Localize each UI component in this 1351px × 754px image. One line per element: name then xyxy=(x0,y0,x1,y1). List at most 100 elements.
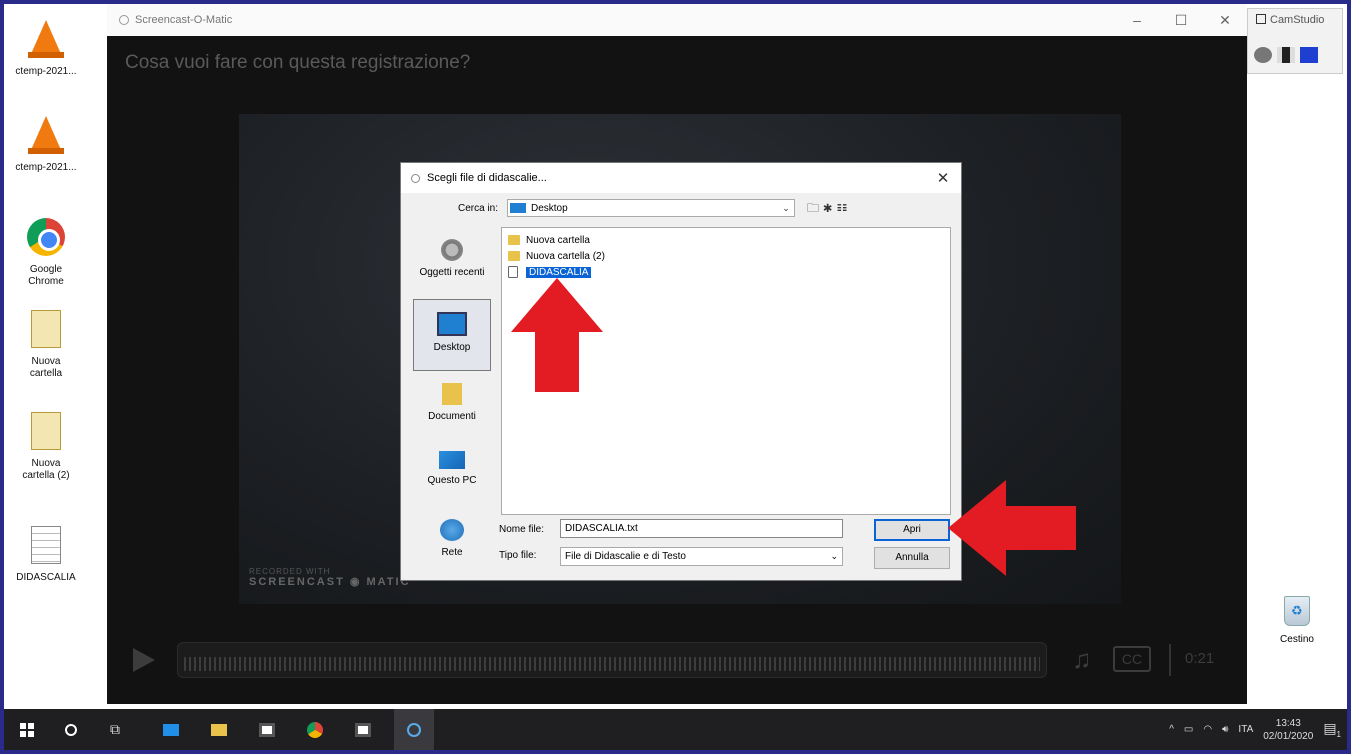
view-menu-icon[interactable]: ☷ xyxy=(836,201,851,215)
folder-icon xyxy=(26,310,66,350)
volume-icon[interactable]: 🔊︎ xyxy=(1222,724,1228,735)
dialog-close-button[interactable]: ✕ xyxy=(925,169,961,187)
recycle-bin[interactable]: Cestino xyxy=(1272,596,1322,645)
place-documents[interactable]: Documenti xyxy=(413,371,491,443)
places-bar: Oggetti recenti Desktop Documenti Questo… xyxy=(411,227,493,567)
watermark: RECORDED WITH SCREENCAST ◉ MATIC xyxy=(249,566,411,588)
camstudio-panel: CamStudio xyxy=(1247,8,1343,74)
filename-field[interactable]: DIDASCALIA.txt xyxy=(560,519,843,538)
desktop: ctemp-2021... ctemp-2021... Google Chrom… xyxy=(4,4,1347,750)
look-in-dropdown[interactable]: Desktop ⌄ xyxy=(507,199,795,217)
desktop-icon-label: ctemp-2021... xyxy=(15,162,77,173)
battery-icon[interactable]: ▭ xyxy=(1184,724,1193,735)
filetype-value: File di Didascalie e di Testo xyxy=(565,551,686,562)
captions-button[interactable]: CC xyxy=(1113,646,1151,672)
close-button[interactable]: ✕ xyxy=(1203,12,1247,29)
play-icon[interactable] xyxy=(133,648,155,672)
clock-time: 13:43 xyxy=(1275,717,1301,729)
start-button[interactable] xyxy=(10,709,44,750)
language-indicator[interactable]: ITA xyxy=(1238,724,1253,735)
taskbar-app-explorer[interactable] xyxy=(202,709,236,750)
window-title: Screencast-O-Matic xyxy=(135,14,233,26)
app-icon xyxy=(163,723,179,736)
dialog-toolbar: 🗀✱☷ xyxy=(807,199,852,220)
recycle-bin-label: Cestino xyxy=(1280,634,1314,645)
music-note-icon[interactable]: ♫ xyxy=(1072,644,1092,675)
taskbar-app-screencast[interactable] xyxy=(394,709,434,750)
text-file-icon xyxy=(26,526,66,566)
recycle-bin-icon xyxy=(1284,596,1310,626)
chevron-down-icon: ⌄ xyxy=(830,551,838,561)
chevron-up-icon[interactable]: ^ xyxy=(1169,724,1174,735)
record-button[interactable] xyxy=(1254,47,1272,63)
place-label: Desktop xyxy=(433,342,471,353)
notification-center-icon[interactable]: ▤1 xyxy=(1323,720,1341,739)
system-tray: ^ ▭ ◠ 🔊︎ ITA 13:43 02/01/2020 ▤1 xyxy=(1169,709,1341,750)
folder-icon xyxy=(508,235,520,245)
desktop-icon-label: DIDASCALIA xyxy=(16,572,76,583)
window-titlebar: Screencast-O-Matic – ☐ ✕ xyxy=(107,4,1247,36)
divider xyxy=(1169,644,1171,676)
search-button[interactable] xyxy=(54,709,88,750)
timeline-waveform[interactable] xyxy=(177,642,1047,678)
desktop-icon-label: Google Chrome xyxy=(28,264,64,287)
look-in-label: Cerca in: xyxy=(458,203,499,214)
up-folder-icon[interactable]: 🗀 xyxy=(807,201,823,215)
vlc-cone-icon xyxy=(26,20,66,60)
player-controls: ♫ CC 0:21 xyxy=(127,638,1227,682)
place-recent[interactable]: Oggetti recenti xyxy=(413,227,491,299)
folder-nuova-cartella[interactable]: Nuova cartella xyxy=(4,310,88,380)
wifi-icon[interactable]: ◠ xyxy=(1203,724,1212,735)
cortana-circle-icon xyxy=(65,723,77,736)
desktop-icon-label: ctemp-2021... xyxy=(15,66,77,77)
place-network[interactable]: Rete xyxy=(413,507,491,579)
google-chrome-shortcut[interactable]: Google Chrome xyxy=(4,218,88,288)
taskbar: ⧉ ^ ▭ ◠ 🔊︎ ITA 13:43 02/01/2020 ▤1 xyxy=(4,709,1347,750)
taskbar-app-window-2[interactable] xyxy=(346,709,380,750)
desktop-folder-icon xyxy=(510,203,526,213)
chevron-down-icon: ⌄ xyxy=(782,202,790,213)
minimize-button[interactable]: – xyxy=(1115,12,1159,29)
desktop-icon-label: Nuova cartella xyxy=(29,356,63,379)
vlc-shortcut-1[interactable]: ctemp-2021... xyxy=(4,20,88,78)
app-icon xyxy=(259,722,275,737)
stop-button[interactable] xyxy=(1300,47,1318,63)
recent-items-icon xyxy=(441,239,463,261)
place-label: Questo PC xyxy=(427,475,477,486)
place-this-pc[interactable]: Questo PC xyxy=(413,439,491,511)
page-title: Cosa vuoi fare con questa registrazione? xyxy=(125,52,471,73)
cancel-button[interactable]: Annulla xyxy=(874,547,950,569)
dialog-app-icon xyxy=(411,173,420,183)
clock[interactable]: 13:43 02/01/2020 xyxy=(1263,717,1313,743)
list-item[interactable]: Nuova cartella xyxy=(508,232,944,248)
documents-folder-icon xyxy=(442,383,462,405)
pause-button[interactable] xyxy=(1277,47,1295,63)
folder-nuova-cartella-2[interactable]: Nuova cartella (2) xyxy=(4,412,88,482)
taskbar-app-network[interactable] xyxy=(154,709,188,750)
taskbar-app-window-1[interactable] xyxy=(250,709,284,750)
dialog-title: Scegli file di didascalie... xyxy=(427,172,547,184)
task-view-button[interactable]: ⧉ xyxy=(98,709,132,750)
file-name: Nuova cartella xyxy=(526,234,590,246)
app-icon xyxy=(355,722,371,737)
camstudio-icon xyxy=(1256,14,1266,24)
list-item[interactable]: Nuova cartella (2) xyxy=(508,248,944,264)
new-folder-icon[interactable]: ✱ xyxy=(823,201,836,215)
computer-icon xyxy=(439,451,465,469)
red-arrow-up-annotation xyxy=(511,278,603,392)
filetype-select[interactable]: File di Didascalie e di Testo ⌄ xyxy=(560,547,843,566)
file-explorer-icon xyxy=(211,723,227,736)
open-button[interactable]: Apri xyxy=(874,519,950,541)
vlc-shortcut-2[interactable]: ctemp-2021... xyxy=(4,116,88,174)
screencast-logo-icon xyxy=(119,15,129,25)
maximize-button[interactable]: ☐ xyxy=(1159,12,1203,29)
place-desktop[interactable]: Desktop xyxy=(413,299,491,371)
windows-icon xyxy=(20,722,34,737)
folder-icon xyxy=(508,251,520,261)
folder-icon xyxy=(26,412,66,452)
playback-time: 0:21 xyxy=(1185,650,1215,667)
file-didascalia[interactable]: DIDASCALIA xyxy=(4,526,88,584)
taskbar-app-chrome[interactable] xyxy=(298,709,332,750)
desktop-icon-label: Nuova cartella (2) xyxy=(22,458,70,481)
place-label: Oggetti recenti xyxy=(419,267,485,278)
